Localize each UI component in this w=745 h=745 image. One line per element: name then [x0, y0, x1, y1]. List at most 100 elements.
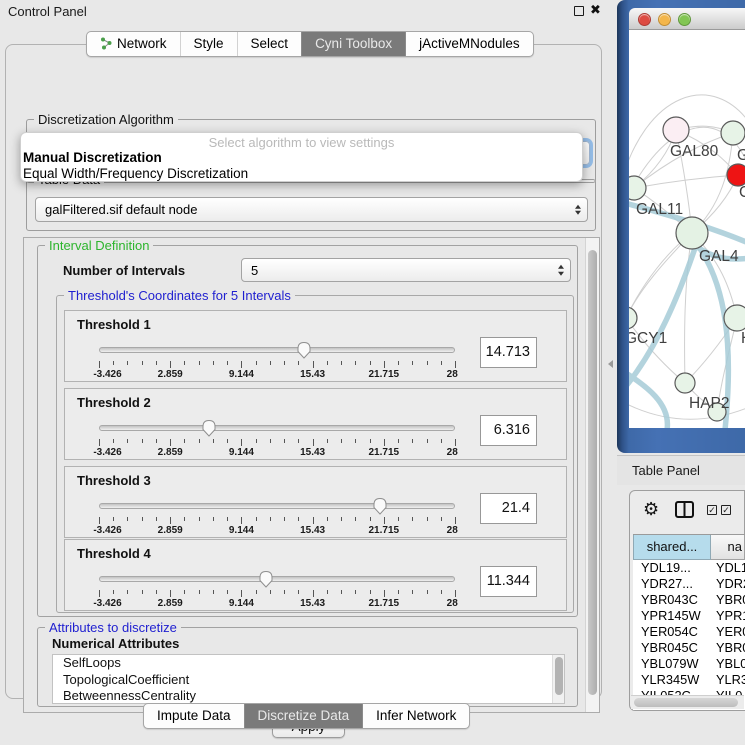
tick-label: -3.426	[93, 447, 121, 458]
settings-scrollbar[interactable]	[585, 238, 599, 712]
node-label-cut: H	[741, 330, 745, 347]
tick-label: 2.859	[158, 447, 183, 458]
threshold-value-field[interactable]: 11.344	[480, 566, 537, 597]
tab-label: Impute Data	[157, 707, 231, 724]
group-title: Threshold's Coordinates for 5 Intervals	[64, 288, 295, 303]
table-row[interactable]: YDR27...YDR2	[633, 576, 745, 592]
threshold-value-field[interactable]: 14.713	[480, 337, 537, 368]
threshold-value-field[interactable]: 21.4	[480, 493, 537, 524]
cyni-bottom-tabbar: Impute Data Discretize DataInfer Network	[143, 703, 470, 729]
threshold-4-slider[interactable]: -3.4262.8599.14415.4321.71528	[99, 568, 455, 610]
slider-thumb[interactable]	[258, 570, 274, 588]
table-row[interactable]: YER054CYER0	[633, 624, 745, 640]
tab-select[interactable]: Select	[237, 32, 302, 56]
slider-scale: -3.4262.8599.14415.4321.71528	[99, 525, 455, 537]
thresholds-group: Threshold's Coordinates for 5 Intervals …	[56, 295, 574, 613]
tab-infer-network[interactable]: Infer Network	[362, 704, 469, 728]
slider-thumb[interactable]	[372, 497, 388, 515]
num-intervals-combobox[interactable]: 5	[241, 258, 571, 282]
table-cell: YDR27...	[633, 576, 711, 592]
threshold-3-slider[interactable]: -3.4262.8599.14415.4321.71528	[99, 495, 455, 537]
table-cell: YLR3	[711, 672, 745, 688]
tab-cyni-toolbox[interactable]: Cyni Toolbox	[301, 32, 405, 56]
threshold-2-panel: Threshold 2 -3.4262.8599.14415.4321.7152…	[64, 388, 567, 460]
slider-track[interactable]	[99, 503, 455, 509]
checkbox-icon[interactable]	[707, 505, 717, 515]
table-row[interactable]: YBR045CYBR0	[633, 640, 745, 656]
table-body: YDL19...YDL1YDR27...YDR2YBR043CYBR0YPR14…	[633, 560, 745, 710]
tick-label: 15.43	[300, 598, 325, 609]
network-canvas[interactable]: GAL80 G. C GAL11 GAL4 GCY1 H HAP2	[629, 30, 745, 428]
table-row[interactable]: YLR345WYLR3	[633, 672, 745, 688]
tick-label: 9.144	[229, 598, 254, 609]
table-row[interactable]: YBR043CYBR0	[633, 592, 745, 608]
combo-arrows-icon	[558, 265, 564, 276]
algorithm-option-manual-discretization[interactable]: Manual Discretization	[21, 150, 582, 166]
slider-scale: -3.4262.8599.14415.4321.71528	[99, 447, 455, 459]
close-icon[interactable]: ✖	[590, 2, 601, 18]
slider-track[interactable]	[99, 576, 455, 582]
dropdown-hint: Select algorithm to view settings	[21, 133, 582, 150]
attribute-item-betweennesscentrality[interactable]: BetweennessCentrality	[53, 688, 564, 704]
column-header-shared-name[interactable]: shared...	[633, 535, 711, 560]
algorithm-dropdown-popup: Select algorithm to view settings Manual…	[20, 132, 583, 182]
threshold-value-field[interactable]: 6.316	[480, 415, 537, 446]
tick-label: -3.426	[93, 598, 121, 609]
attribute-item-selfloops[interactable]: SelfLoops	[53, 655, 564, 672]
splitter-grip[interactable]	[608, 360, 613, 368]
table-row[interactable]: YPR145WYPR1	[633, 608, 745, 624]
close-traffic-light[interactable]	[638, 13, 651, 26]
num-intervals-label: Number of Intervals	[63, 263, 185, 278]
tick-label: 9.144	[229, 525, 254, 536]
tick-label: 2.859	[158, 598, 183, 609]
group-title: Discretization Algorithm	[34, 112, 178, 127]
table-panel-header: Table Panel	[617, 455, 745, 485]
node-label-gal11: GAL11	[636, 201, 683, 218]
table-cell: YBL0	[711, 656, 745, 672]
network-window-titlebar[interactable]	[629, 8, 745, 30]
node-label-gal80: GAL80	[670, 143, 719, 160]
minimize-traffic-light[interactable]	[658, 13, 671, 26]
tick-label: 21.715	[369, 447, 400, 458]
cyni-toolbox-panel: Discretization Algorithm Select algorith…	[5, 44, 602, 699]
node-label-cut: G.	[737, 147, 745, 164]
slider-ticks	[99, 590, 455, 598]
slider-scale: -3.4262.8599.14415.4321.71528	[99, 598, 455, 610]
node-label-cut: C	[739, 184, 745, 201]
attribute-item-topologicalcoefficient[interactable]: TopologicalCoefficient	[53, 672, 564, 689]
tick-label: 9.144	[229, 369, 254, 380]
tab-label: Select	[251, 35, 289, 52]
slider-track[interactable]	[99, 347, 455, 353]
table-cell: YBR045C	[633, 640, 711, 656]
table-hscrollbar[interactable]	[631, 695, 744, 709]
column-header-name[interactable]: na	[711, 535, 745, 560]
tab-network[interactable]: Network	[87, 32, 180, 56]
tab-jactivemnodules[interactable]: jActiveMNodules	[405, 32, 533, 56]
table-header-row: shared... na	[633, 534, 745, 560]
list-scrollbar[interactable]	[552, 655, 564, 703]
tab-label: jActiveMNodules	[419, 35, 520, 52]
tick-label: 28	[447, 525, 458, 536]
gear-icon[interactable]: ⚙	[643, 500, 659, 518]
table-row[interactable]: YBL079WYBL0	[633, 656, 745, 672]
table-cell: YBR043C	[633, 592, 711, 608]
numerical-attributes-list[interactable]: SelfLoopsTopologicalCoefficientBetweenne…	[52, 654, 565, 704]
table-data-combobox[interactable]: galFiltered.sif default node	[35, 197, 588, 222]
num-intervals-value: 5	[251, 263, 258, 278]
tab-style[interactable]: Style	[180, 32, 237, 56]
threshold-2-slider[interactable]: -3.4262.8599.14415.4321.71528	[99, 417, 455, 459]
float-window-icon[interactable]	[574, 6, 584, 16]
table-row[interactable]: YDL19...YDL1	[633, 560, 745, 576]
slider-thumb[interactable]	[296, 341, 312, 359]
tab-impute-data[interactable]: Impute Data	[144, 704, 244, 728]
node-label-gal4: GAL4	[699, 248, 739, 265]
slider-track[interactable]	[99, 425, 455, 431]
tab-discretize-data[interactable]: Discretize Data	[244, 704, 363, 728]
checkbox-icon[interactable]	[721, 505, 731, 515]
algorithm-option-equal-width-frequency-discretization[interactable]: Equal Width/Frequency Discretization	[21, 166, 582, 182]
slider-thumb[interactable]	[201, 419, 217, 437]
threshold-1-slider[interactable]: -3.4262.8599.14415.4321.71528	[99, 339, 455, 381]
zoom-traffic-light[interactable]	[678, 13, 691, 26]
tick-label: 15.43	[300, 447, 325, 458]
columns-icon[interactable]	[675, 501, 694, 523]
